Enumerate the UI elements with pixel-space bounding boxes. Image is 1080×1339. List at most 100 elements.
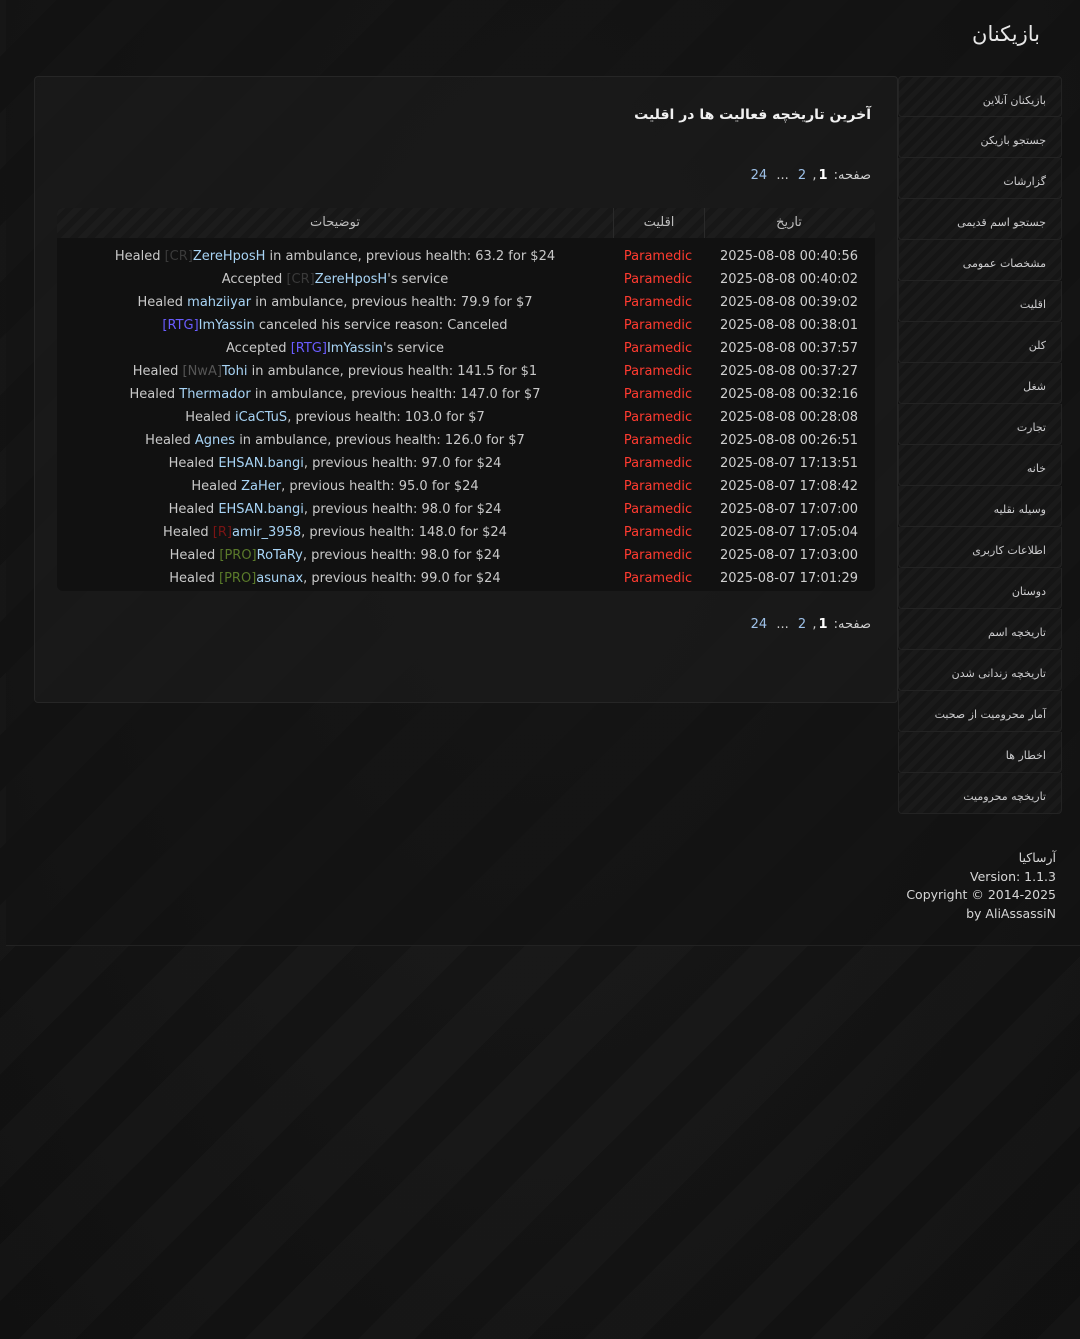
description-text: in ambulance, previous health: 141.5 for… — [247, 364, 538, 379]
sidebar-item[interactable]: جستجو بازیکن — [898, 117, 1062, 158]
page-link-2[interactable]: 2 — [798, 168, 806, 183]
sidebar-item[interactable]: اطلاعات کاربری — [898, 527, 1062, 568]
description-text: , previous health: 95.0 for $24 — [281, 479, 479, 494]
player-name-link[interactable]: EHSAN.bangi — [218, 502, 304, 517]
panel-heading: آخرین تاریخچه فعالیت ها در اقلیت — [634, 107, 871, 123]
sidebar-item[interactable]: خانه — [898, 445, 1062, 486]
player-name-link[interactable]: ZereHposH — [315, 272, 388, 287]
description-text: Healed — [168, 456, 219, 471]
sidebar-item[interactable]: اخطار ها — [898, 732, 1062, 773]
row-faction: Paramedic — [623, 571, 693, 586]
sidebar-item[interactable]: وسیله نقلیه — [898, 486, 1062, 527]
sidebar-item[interactable]: دوستان — [898, 568, 1062, 609]
row-faction: Paramedic — [623, 456, 693, 471]
row-faction: Paramedic — [623, 364, 693, 379]
description-text: in ambulance, previous health: 147.0 for… — [250, 387, 541, 402]
row-faction: Paramedic — [623, 433, 693, 448]
clan-tag: [RTG] — [162, 318, 199, 333]
pagination-label: صفحه: — [833, 617, 871, 632]
sidebar-item[interactable]: جستجو اسم قدیمی — [898, 199, 1062, 240]
player-name-link[interactable]: EHSAN.bangi — [218, 456, 304, 471]
clan-tag: [R] — [212, 525, 232, 540]
column-header-description: توضیحات — [310, 215, 360, 230]
footer-brand: آرساکیا — [1018, 850, 1056, 865]
sidebar-item[interactable]: آمار محرومیت از صحبت — [898, 691, 1062, 732]
description-text: Healed — [145, 433, 195, 448]
table-row: [RTG]ImYassin canceled his service reaso… — [57, 314, 875, 337]
sidebar-item[interactable]: اقلیت — [898, 281, 1062, 322]
row-faction: Paramedic — [623, 548, 693, 563]
row-date: 2025-08-08 00:40:02 — [719, 272, 859, 287]
player-name-link[interactable]: asunax — [256, 571, 303, 586]
row-description: Accepted [RTG]ImYassin's service — [57, 337, 613, 360]
page-link-last[interactable]: 24 — [751, 617, 768, 632]
description-text: in ambulance, previous health: 63.2 for … — [265, 249, 556, 264]
player-name-link[interactable]: ImYassin — [327, 341, 383, 356]
player-name-link[interactable]: amir_3958 — [232, 525, 301, 540]
player-name-link[interactable]: Thermador — [179, 387, 250, 402]
sidebar-item[interactable]: گزارشات — [898, 158, 1062, 199]
row-date: 2025-08-07 17:07:00 — [719, 502, 859, 517]
description-text: canceled his service reason: Canceled — [254, 318, 508, 333]
row-description: Healed EHSAN.bangi, previous health: 97.… — [57, 452, 613, 475]
row-date: 2025-08-08 00:28:08 — [719, 410, 859, 425]
description-text: in ambulance, previous health: 126.0 for… — [235, 433, 525, 448]
description-text: , previous health: 98.0 for $24 — [302, 548, 501, 563]
table-row: Healed [CR]ZereHposH in ambulance, previ… — [57, 245, 875, 268]
row-description: [RTG]ImYassin canceled his service reaso… — [57, 314, 613, 337]
pagination-comma: , — [812, 617, 817, 632]
row-description: Healed [R]amir_3958, previous health: 14… — [57, 521, 613, 544]
pagination-ellipsis: ... — [776, 168, 789, 183]
table-row: Healed mahziiyar in ambulance, previous … — [57, 291, 875, 314]
sidebar-item[interactable]: تجارت — [898, 404, 1062, 445]
column-header-faction: اقلیت — [613, 208, 705, 238]
player-name-link[interactable]: mahziiyar — [187, 295, 251, 310]
description-text: , previous health: 99.0 for $24 — [303, 571, 501, 586]
row-description: Healed [PRO]RoTaRy, previous health: 98.… — [57, 544, 613, 567]
table-row: Healed iCaCTuS, previous health: 103.0 f… — [57, 406, 875, 429]
row-faction: Paramedic — [623, 479, 693, 494]
player-name-link[interactable]: ZaHer — [241, 479, 281, 494]
row-description: Healed Agnes in ambulance, previous heal… — [57, 429, 613, 452]
clan-tag: [RTG] — [290, 341, 327, 356]
description-text: Healed — [191, 479, 242, 494]
app-frame: بازیکنان آخرین تاریخچه فعالیت ها در اقلی… — [6, 0, 1080, 946]
table-row: Healed Thermador in ambulance, previous … — [57, 383, 875, 406]
table-row: Healed [NwA]Tohi in ambulance, previous … — [57, 360, 875, 383]
row-date: 2025-08-08 00:40:56 — [719, 249, 859, 264]
player-name-link[interactable]: RoTaRy — [257, 548, 303, 563]
player-name-link[interactable]: iCaCTuS — [235, 410, 287, 425]
page-link-2[interactable]: 2 — [798, 617, 806, 632]
sidebar-item[interactable]: مشخصات عمومی — [898, 240, 1062, 281]
sidebar-item[interactable]: بازیکنان آنلاین — [898, 76, 1062, 117]
sidebar-item[interactable]: تاریخچه اسم — [898, 609, 1062, 650]
footer-copyright: Copyright © 2014-2025 — [906, 887, 1056, 902]
player-name-link[interactable]: ZereHposH — [193, 249, 266, 264]
row-description: Healed [NwA]Tohi in ambulance, previous … — [57, 360, 613, 383]
page-link-last[interactable]: 24 — [751, 168, 768, 183]
clan-tag: [PRO] — [219, 571, 257, 586]
sidebar-item[interactable]: کلن — [898, 322, 1062, 363]
clan-tag: [NwA] — [182, 364, 222, 379]
row-faction: Paramedic — [623, 272, 693, 287]
row-date: 2025-08-08 00:38:01 — [719, 318, 859, 333]
activity-panel: آخرین تاریخچه فعالیت ها در اقلیت صفحه: 1… — [34, 76, 898, 703]
description-text: in ambulance, previous health: 79.9 for … — [251, 295, 533, 310]
row-description: Accepted [CR]ZereHposH's service — [57, 268, 613, 291]
player-name-link[interactable]: Agnes — [195, 433, 235, 448]
description-text: , previous health: 98.0 for $24 — [303, 502, 502, 517]
sidebar-nav: بازیکنان آنلاین جستجو بازیکن گزارشات جستجو … — [898, 76, 1062, 826]
player-name-link[interactable]: ImYassin — [199, 318, 255, 333]
page-title: بازیکنان — [972, 22, 1040, 46]
sidebar-item[interactable]: شغل — [898, 363, 1062, 404]
description-text: Healed — [169, 548, 220, 563]
description-text: Healed — [137, 295, 188, 310]
pagination-label: صفحه: — [833, 168, 871, 183]
row-description: Healed [CR]ZereHposH in ambulance, previ… — [57, 245, 613, 268]
sidebar-item[interactable]: تاریخچه محرومیت — [898, 773, 1062, 814]
row-description: Healed Thermador in ambulance, previous … — [57, 383, 613, 406]
row-date: 2025-08-08 00:37:57 — [719, 341, 859, 356]
sidebar-item[interactable]: تاریخچه زندانی شدن — [898, 650, 1062, 691]
row-faction: Paramedic — [623, 341, 693, 356]
player-name-link[interactable]: Tohi — [222, 364, 248, 379]
